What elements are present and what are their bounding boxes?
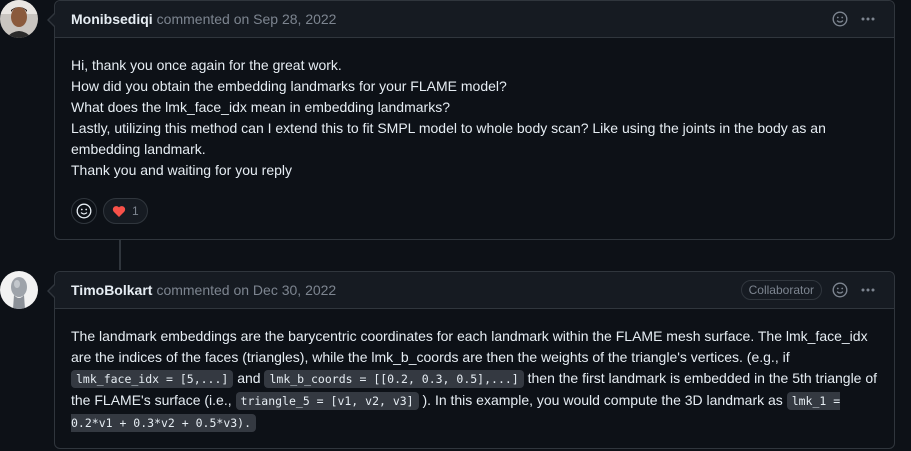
comment-body: The landmark embeddings are the barycent… [55,309,894,450]
comment-header: TimoBolkart commented on Dec 30, 2022 Co… [55,272,894,309]
body-text: and [233,370,265,386]
comment-line: Hi, thank you once again for the great w… [71,57,342,73]
avatar[interactable] [0,271,38,309]
kebab-horizontal-icon[interactable] [858,9,878,29]
smiley-icon [76,203,92,219]
body-text: The landmark embeddings are the barycent… [71,328,868,365]
comment-line: Thank you and waiting for you reply [71,162,293,178]
add-reaction-button[interactable] [71,198,97,224]
comment-body: Hi, thank you once again for the great w… [55,38,894,198]
comment-line: Lastly, utilizing this method can I exte… [71,120,826,157]
avatar[interactable] [0,0,38,38]
smiley-icon[interactable] [830,9,850,29]
inline-code: lmk_face_idx = [5,...] [71,370,234,388]
smiley-icon[interactable] [830,280,850,300]
reaction-count: 1 [132,204,139,218]
heart-icon [112,205,126,217]
collaborator-badge: Collaborator [740,280,822,300]
author-name[interactable]: Monibsediqi [71,11,153,27]
comment-meta[interactable]: commented on Sep 28, 2022 [157,11,337,27]
timeline-connector [119,238,121,270]
comment-header: Monibsediqi commented on Sep 28, 2022 [55,1,894,38]
inline-code: lmk_b_coords = [[0.2, 0.3, 0.5],...] [264,370,524,388]
comment-paragraph: The landmark embeddings are the barycent… [71,326,878,434]
inline-code: triangle_5 = [v1, v2, v3] [235,392,419,410]
body-text: ). In this example, you would compute th… [418,392,787,408]
author-name[interactable]: TimoBolkart [71,282,152,298]
reactions-bar: 1 [55,198,894,240]
comment-line: What does the lmk_face_idx mean in embed… [71,99,450,115]
kebab-horizontal-icon[interactable] [858,280,878,300]
comment-line: How did you obtain the embedding landmar… [71,78,507,94]
comment-meta[interactable]: commented on Dec 30, 2022 [156,282,336,298]
heart-reaction-button[interactable]: 1 [103,198,148,224]
comment-card: TimoBolkart commented on Dec 30, 2022 Co… [47,271,895,450]
comment-card: Monibsediqi commented on Sep 28, 2022 Hi… [47,0,895,240]
